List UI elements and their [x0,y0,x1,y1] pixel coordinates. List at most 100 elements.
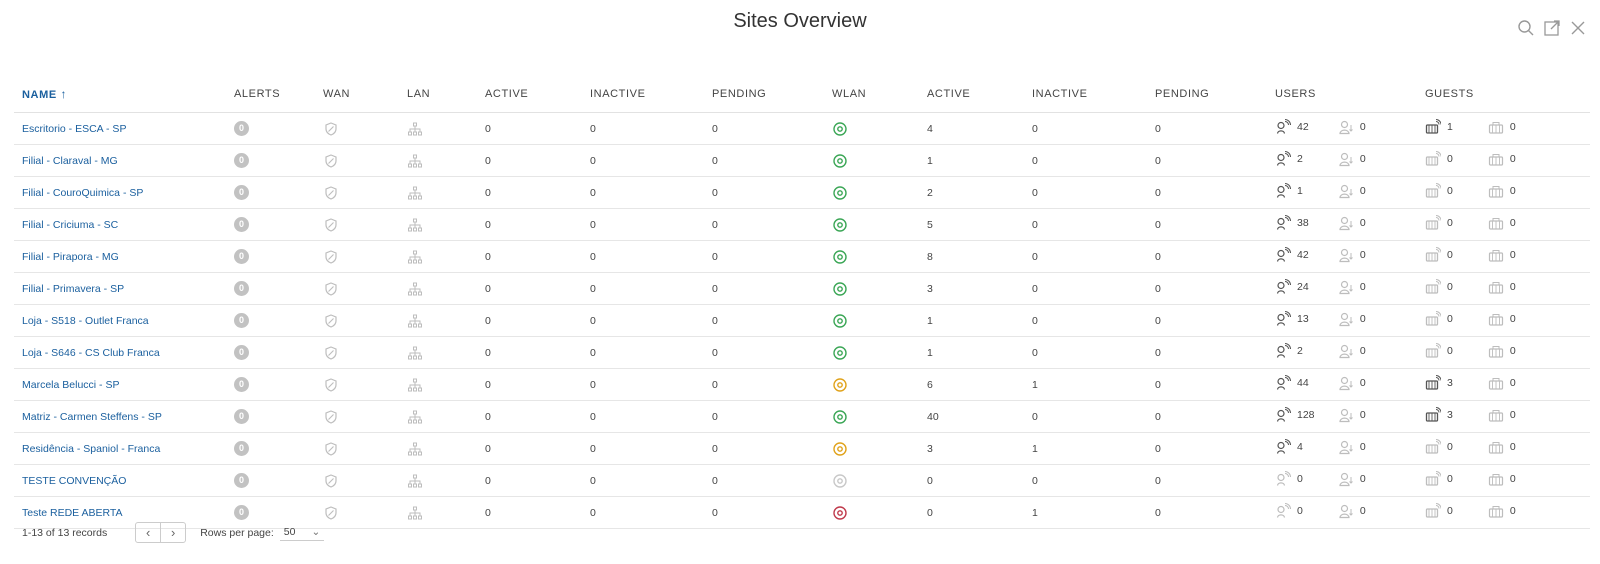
rows-per-page-select[interactable]: 50 ⌄ [279,524,325,541]
column-header-lan-active[interactable]: ACTIVE [477,76,582,113]
wlan-status-icon[interactable] [832,377,848,393]
search-icon[interactable] [1516,18,1536,38]
site-name-link[interactable]: TESTE CONVENÇÃO [22,475,126,487]
wlan-status-icon[interactable] [832,473,848,489]
alerts-badge[interactable]: 0 [234,249,249,264]
lan-inactive-count: 0 [582,112,704,145]
wlan-status-icon[interactable] [832,217,848,233]
lan-active-count: 0 [477,176,582,209]
next-page-button[interactable]: › [160,523,185,542]
shield-icon [323,153,339,169]
wlan-status-icon[interactable] [832,249,848,265]
alerts-badge[interactable]: 0 [234,121,249,136]
wlan-status-icon[interactable] [832,121,848,137]
column-header-lan[interactable]: LAN [399,76,477,113]
table-row[interactable]: TESTE CONVENÇÃO 0 0 0 0 0 0 0 0 0 0 0 [14,464,1590,497]
wlan-inactive-count: 0 [1024,176,1147,209]
alerts-badge[interactable]: 0 [234,153,249,168]
wireless-user-icon [1275,407,1291,423]
alerts-badge[interactable]: 0 [234,473,249,488]
site-name-link[interactable]: Loja - S646 - CS Club Franca [22,347,160,359]
column-header-wlan[interactable]: WLAN [824,76,919,113]
guest-wired-icon [1488,439,1504,455]
wlan-status-icon[interactable] [832,345,848,361]
popout-icon[interactable] [1542,18,1562,38]
wlan-status-icon[interactable] [832,505,848,521]
table-row[interactable]: Filial - CouroQuimica - SP 0 0 0 0 2 0 0… [14,176,1590,209]
column-header-lan-inactive[interactable]: INACTIVE [582,76,704,113]
network-tree-icon [407,505,423,521]
table-row[interactable]: Matriz - Carmen Steffens - SP 0 0 0 0 40… [14,400,1590,433]
table-row[interactable]: Residência - Spaniol - Franca 0 0 0 0 3 … [14,432,1590,465]
site-name-link[interactable]: Filial - Claraval - MG [22,155,118,167]
site-name-link[interactable]: Filial - Criciuma - SC [22,219,118,231]
column-header-users[interactable]: USERS [1267,76,1417,113]
table-row[interactable]: Escritorio - ESCA - SP 0 0 0 0 4 0 0 42 … [14,112,1590,145]
wlan-status-icon[interactable] [832,313,848,329]
site-name-link[interactable]: Marcela Belucci - SP [22,379,119,391]
site-name-link[interactable]: Filial - Primavera - SP [22,283,124,295]
site-name-link[interactable]: Matriz - Carmen Steffens - SP [22,411,162,423]
alerts-badge[interactable]: 0 [234,313,249,328]
table-row[interactable]: Loja - S518 - Outlet Franca 0 0 0 0 1 0 … [14,304,1590,337]
users-wired-count: 0 [1359,441,1366,453]
site-name-link[interactable]: Filial - Pirapora - MG [22,251,119,263]
site-name-link[interactable]: Loja - S518 - Outlet Franca [22,315,149,327]
wired-user-icon [1338,471,1354,487]
lan-pending-count: 0 [704,432,824,465]
alerts-badge[interactable]: 0 [234,377,249,392]
table-row[interactable]: Filial - Claraval - MG 0 0 0 0 1 0 0 2 0… [14,144,1590,177]
table-row[interactable]: Filial - Pirapora - MG 0 0 0 0 8 0 0 42 … [14,240,1590,273]
table-row[interactable]: Marcela Belucci - SP 0 0 0 0 6 1 0 44 0 … [14,368,1590,401]
wlan-pending-count: 0 [1147,496,1267,529]
column-header-name[interactable]: NAME ↑ [14,76,226,113]
close-icon[interactable] [1568,18,1588,38]
site-name-link[interactable]: Residência - Spaniol - Franca [22,443,160,455]
guests-wired-count: 0 [1509,473,1516,485]
wlan-status-icon[interactable] [832,409,848,425]
wlan-status-icon[interactable] [832,441,848,457]
alerts-badge[interactable]: 0 [234,345,249,360]
site-name-link[interactable]: Filial - CouroQuimica - SP [22,187,143,199]
wlan-status-icon[interactable] [832,153,848,169]
table-row[interactable]: Loja - S646 - CS Club Franca 0 0 0 0 1 0… [14,336,1590,369]
prev-page-button[interactable]: ‹ [136,523,160,542]
site-name-link[interactable]: Teste REDE ABERTA [22,507,123,519]
column-header-wan[interactable]: WAN [315,76,399,113]
users-wired-count: 0 [1359,217,1366,229]
column-header-wlan-active[interactable]: ACTIVE [919,76,1024,113]
table-row[interactable]: Filial - Primavera - SP 0 0 0 0 3 0 0 24… [14,272,1590,305]
shield-icon [323,281,339,297]
column-header-wlan-pending[interactable]: PENDING [1147,76,1267,113]
guests-wired-count: 0 [1509,505,1516,517]
alerts-badge[interactable]: 0 [234,505,249,520]
wireless-user-icon [1275,343,1291,359]
alerts-badge[interactable]: 0 [234,441,249,456]
alerts-badge[interactable]: 0 [234,409,249,424]
users-wired-count: 0 [1359,505,1366,517]
guest-wireless-icon [1425,279,1441,295]
lan-active-count: 0 [477,208,582,241]
column-header-wlan-inactive[interactable]: INACTIVE [1024,76,1147,113]
column-header-alerts[interactable]: ALERTS [226,76,315,113]
guest-wired-icon [1488,247,1504,263]
alerts-badge[interactable]: 0 [234,217,249,232]
column-header-lan-pending[interactable]: PENDING [704,76,824,113]
wired-user-icon [1338,503,1354,519]
table-row[interactable]: Filial - Criciuma - SC 0 0 0 0 5 0 0 38 … [14,208,1590,241]
site-name-link[interactable]: Escritorio - ESCA - SP [22,123,126,135]
guests-wireless-count: 0 [1447,185,1453,197]
guest-wired-icon [1488,375,1504,391]
wlan-active-count: 6 [919,368,1024,401]
wlan-status-icon[interactable] [832,281,848,297]
column-header-guests[interactable]: GUESTS [1417,76,1590,113]
shield-icon [323,473,339,489]
wlan-inactive-count: 1 [1024,368,1147,401]
lan-inactive-count: 0 [582,272,704,305]
alerts-badge[interactable]: 0 [234,281,249,296]
alerts-badge[interactable]: 0 [234,185,249,200]
network-tree-icon [407,313,423,329]
wlan-status-icon[interactable] [832,185,848,201]
wireless-user-icon [1275,311,1291,327]
users-wireless-count: 0 [1297,473,1303,485]
